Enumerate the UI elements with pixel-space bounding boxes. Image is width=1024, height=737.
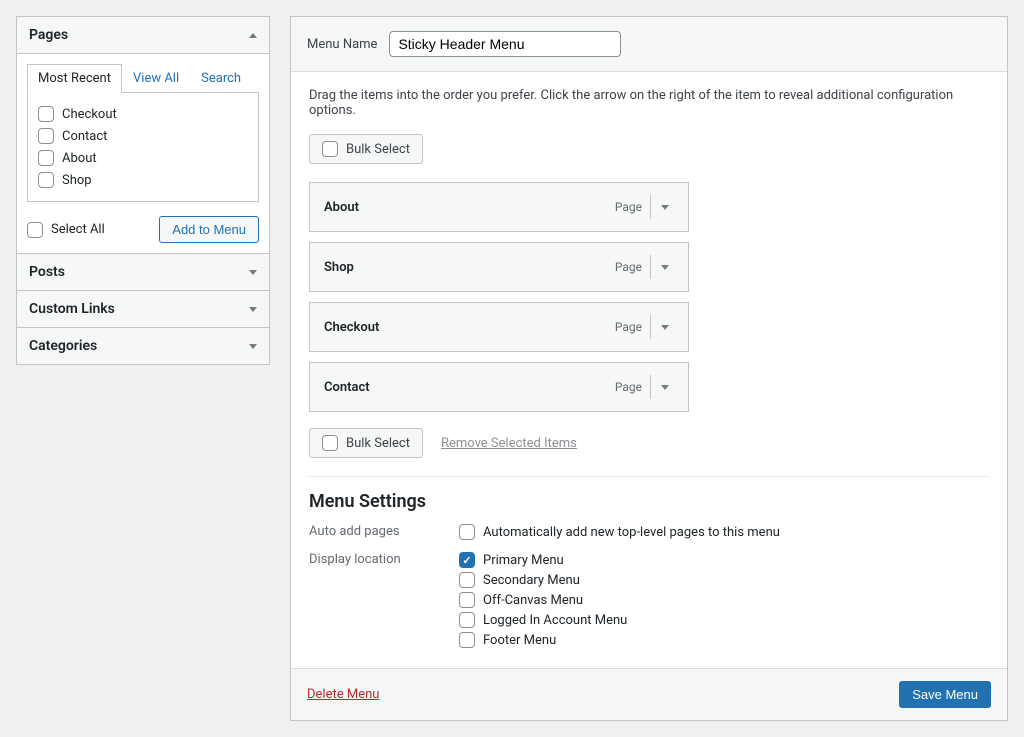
checkbox[interactable] [459, 592, 475, 608]
page-item-label: Checkout [62, 107, 117, 122]
location-option[interactable]: Primary Menu [459, 550, 627, 570]
location-option[interactable]: Secondary Menu [459, 570, 627, 590]
menu-item[interactable]: Shop Page [309, 242, 689, 292]
location-option[interactable]: Logged In Account Menu [459, 610, 627, 630]
menu-name-label: Menu Name [307, 37, 377, 52]
checkbox[interactable] [459, 524, 475, 540]
select-all[interactable]: Select All [27, 219, 105, 241]
location-label: Secondary Menu [483, 573, 580, 588]
checkbox[interactable] [38, 150, 54, 166]
metabox-custom-links: Custom Links [16, 290, 270, 328]
auto-add-option[interactable]: Automatically add new top-level pages to… [459, 522, 780, 542]
location-option[interactable]: Off-Canvas Menu [459, 590, 627, 610]
tab-most-recent[interactable]: Most Recent [27, 64, 122, 93]
menu-item-type: Page [615, 200, 642, 214]
metabox-posts-title: Posts [29, 264, 65, 280]
chevron-down-icon [249, 307, 257, 312]
menu-item-title: Checkout [324, 320, 615, 335]
checkbox[interactable] [322, 141, 338, 157]
page-item[interactable]: Shop [38, 169, 248, 191]
location-label: Logged In Account Menu [483, 613, 627, 628]
display-location-label: Display location [309, 550, 429, 650]
metabox-categories: Categories [16, 327, 270, 365]
checkbox[interactable] [38, 106, 54, 122]
metabox-pages-header[interactable]: Pages [17, 17, 269, 54]
metabox-categories-title: Categories [29, 338, 97, 354]
page-item-label: About [62, 151, 97, 166]
checkbox[interactable] [322, 435, 338, 451]
metabox-custom-links-title: Custom Links [29, 301, 115, 317]
location-label: Footer Menu [483, 633, 556, 648]
page-item-label: Shop [62, 173, 92, 188]
location-label: Primary Menu [483, 553, 564, 568]
menu-settings-title: Menu Settings [309, 491, 989, 512]
page-item[interactable]: About [38, 147, 248, 169]
page-item[interactable]: Contact [38, 125, 248, 147]
checkbox[interactable] [38, 172, 54, 188]
pages-tabs: Most Recent View All Search [27, 64, 259, 93]
menu-items-list: About Page Shop Page Checkout Page Conta… [309, 182, 689, 412]
menu-item[interactable]: Checkout Page [309, 302, 689, 352]
checkbox[interactable] [459, 572, 475, 588]
auto-add-option-label: Automatically add new top-level pages to… [483, 525, 780, 540]
chevron-up-icon [249, 33, 257, 38]
tab-view-all[interactable]: View All [122, 64, 190, 93]
chevron-down-icon [661, 325, 669, 330]
menu-item-type: Page [615, 320, 642, 334]
location-option[interactable]: Footer Menu [459, 630, 627, 650]
bulk-select-label: Bulk Select [346, 436, 410, 451]
chevron-down-icon [661, 385, 669, 390]
menu-item-toggle[interactable] [650, 195, 678, 219]
menu-item-title: Shop [324, 260, 615, 275]
bulk-select-label: Bulk Select [346, 142, 410, 157]
menu-item-toggle[interactable] [650, 255, 678, 279]
menu-item-toggle[interactable] [650, 375, 678, 399]
page-item-label: Contact [62, 129, 107, 144]
page-item[interactable]: Checkout [38, 103, 248, 125]
checkbox[interactable] [27, 222, 43, 238]
chevron-down-icon [661, 205, 669, 210]
menu-item-toggle[interactable] [650, 315, 678, 339]
menu-footer: Delete Menu Save Menu [291, 668, 1007, 720]
location-label: Off-Canvas Menu [483, 593, 583, 608]
select-all-label: Select All [51, 222, 105, 237]
metabox-categories-header[interactable]: Categories [17, 328, 269, 364]
metabox-posts-header[interactable]: Posts [17, 254, 269, 290]
metabox-custom-links-header[interactable]: Custom Links [17, 291, 269, 327]
bulk-select-top[interactable]: Bulk Select [309, 134, 423, 164]
menu-item-type: Page [615, 380, 642, 394]
menu-item-title: Contact [324, 380, 615, 395]
checkbox[interactable] [459, 552, 475, 568]
instructions-text: Drag the items into the order you prefer… [309, 88, 989, 118]
menu-item[interactable]: About Page [309, 182, 689, 232]
menu-item-type: Page [615, 260, 642, 274]
menu-edit-panel: Menu Name Drag the items into the order … [290, 16, 1008, 721]
save-menu-button[interactable]: Save Menu [899, 681, 991, 708]
checkbox[interactable] [459, 612, 475, 628]
remove-selected-link[interactable]: Remove Selected Items [441, 436, 577, 451]
menu-name-row: Menu Name [291, 17, 1007, 72]
chevron-down-icon [249, 344, 257, 349]
menu-item-title: About [324, 200, 615, 215]
pages-list: Checkout Contact About Shop [27, 92, 259, 202]
delete-menu-link[interactable]: Delete Menu [307, 687, 379, 702]
display-location-options: Primary Menu Secondary Menu Off-Canvas M… [459, 550, 627, 650]
chevron-down-icon [661, 265, 669, 270]
metabox-posts: Posts [16, 253, 270, 291]
metabox-pages-title: Pages [29, 27, 68, 43]
tab-search[interactable]: Search [190, 64, 252, 93]
separator [309, 476, 989, 477]
auto-add-label: Auto add pages [309, 522, 429, 542]
menu-item[interactable]: Contact Page [309, 362, 689, 412]
chevron-down-icon [249, 270, 257, 275]
add-to-menu-button[interactable]: Add to Menu [159, 216, 259, 243]
bulk-select-bottom[interactable]: Bulk Select [309, 428, 423, 458]
checkbox[interactable] [38, 128, 54, 144]
menu-name-input[interactable] [389, 31, 621, 57]
metabox-pages: Pages Most Recent View All Search Checko… [16, 16, 270, 254]
